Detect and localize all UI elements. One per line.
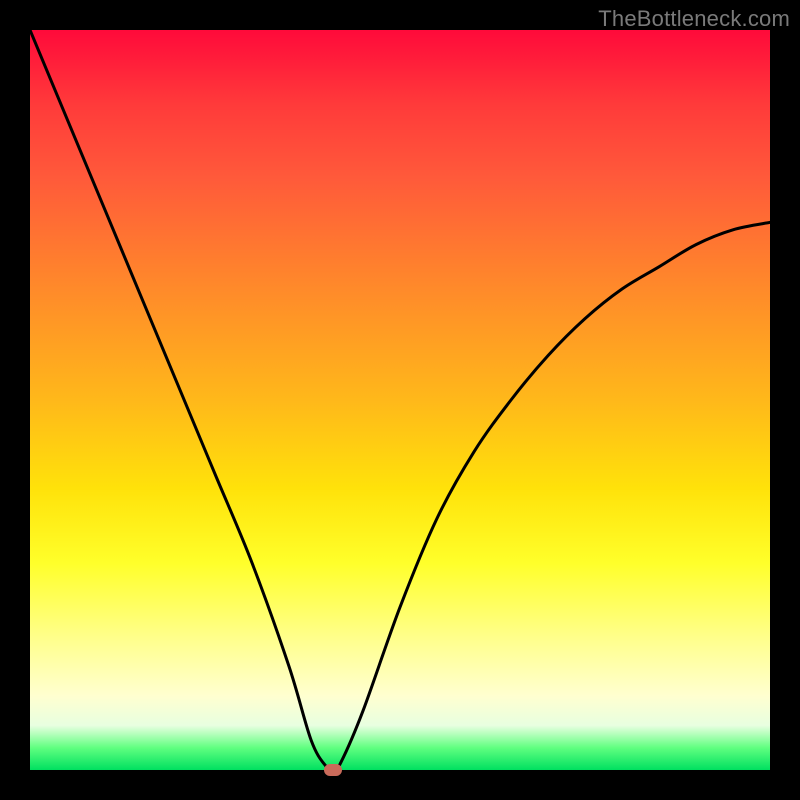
minimum-marker [324, 764, 342, 776]
watermark-text: TheBottleneck.com [598, 6, 790, 32]
curve-svg [30, 30, 770, 770]
plot-area [30, 30, 770, 770]
bottleneck-curve [30, 30, 770, 770]
chart-frame: TheBottleneck.com [0, 0, 800, 800]
